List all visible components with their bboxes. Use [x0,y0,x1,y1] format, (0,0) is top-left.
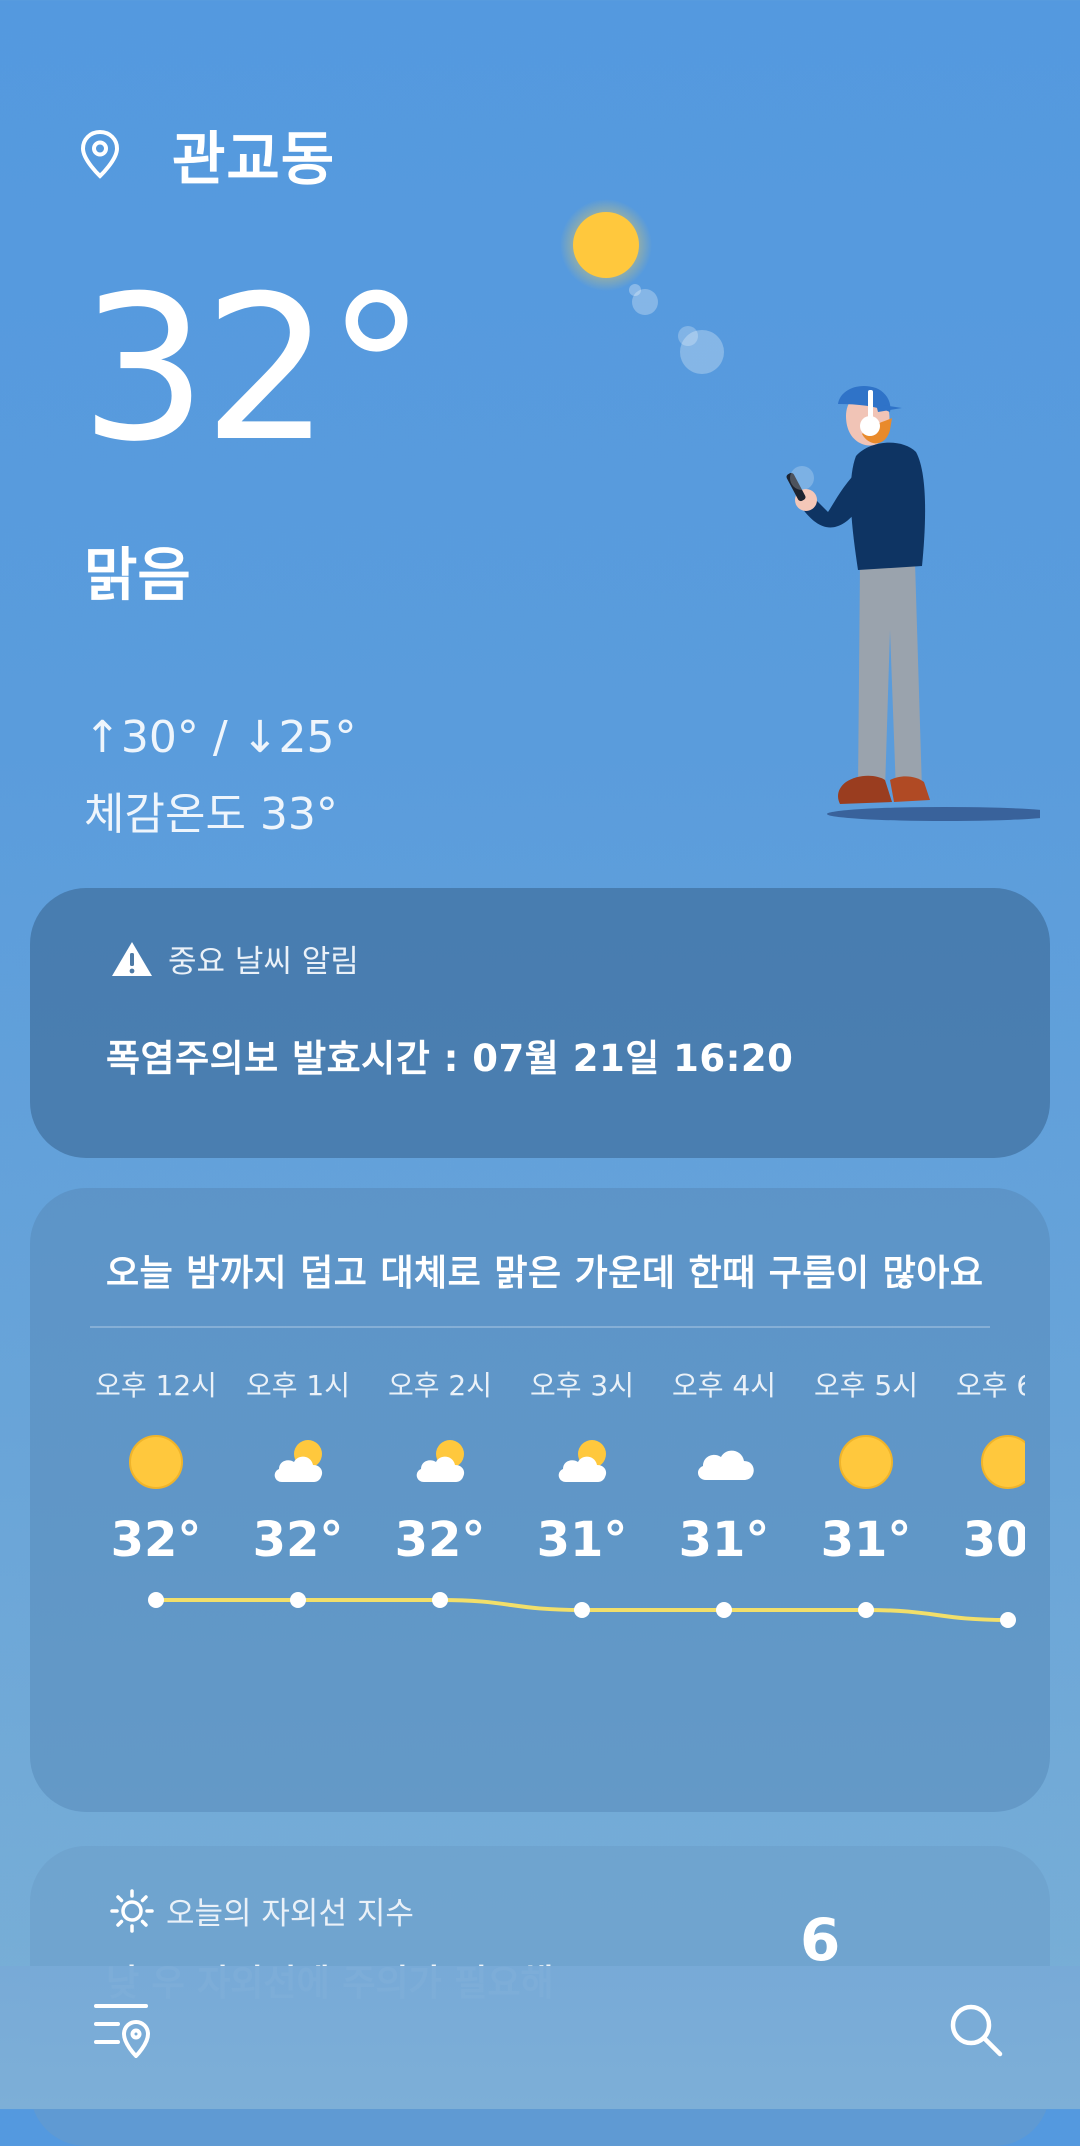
hour-temperature: 30° [962,1512,1025,1568]
temperature-point [1000,1612,1016,1628]
uv-index-value: 6 [800,1906,841,1974]
search-icon[interactable] [948,2002,1004,2058]
partly-cloudy-icon [552,1432,612,1492]
uv-heading-text: 오늘의 자외선 지수 [166,1896,414,1932]
forecast-summary: 오늘 밤까지 덥고 대체로 맑은 가운데 한때 구름이 많아요 [106,1253,984,1294]
hour-label: 오후 3시 [530,1369,634,1402]
hourly-forecast-scroller[interactable]: 오후 12시32°10%오후 1시32°30%오후 2시32°30%오후 3시3… [70,1364,1025,1804]
temperature-point [148,1592,164,1608]
uv-heading: 오늘의 자외선 지수 [110,1888,414,1933]
weather-alert-card[interactable]: 중요 날씨 알림 폭염주의보 발효시간 : 07월 21일 16:20 [30,888,1050,1158]
high-low-temperature: ↑30° / ↓25° [84,712,357,763]
hourly-item: 오후 3시31°30% [512,1364,652,1568]
hourly-item: 오후 4시31°40% [654,1364,794,1568]
alert-heading: 중요 날씨 알림 [110,936,359,981]
hour-label: 오후 2시 [388,1369,492,1402]
hour-label: 오후 4시 [672,1369,776,1402]
person-illustration [786,385,1040,821]
alert-message: 폭염주의보 발효시간 : 07월 21일 16:20 [106,1037,794,1080]
alert-heading-text: 중요 날씨 알림 [168,944,359,980]
temperature-point [432,1592,448,1608]
location-list-icon[interactable] [92,2000,154,2058]
hour-label: 오후 5시 [814,1369,918,1402]
location-header[interactable]: 관교동 [80,112,335,196]
sun-outline-icon [110,1888,154,1933]
sun-icon [836,1432,896,1492]
temperature-point [716,1602,732,1618]
weather-illustration [560,199,1040,821]
current-condition: 맑음 [84,541,191,609]
hour-label: 오후 6시 [956,1369,1025,1402]
location-pin-icon [80,129,120,179]
temperature-point [290,1592,306,1608]
partly-cloudy-icon [268,1432,328,1492]
warning-icon [112,941,152,976]
location-name: 관교동 [172,125,336,193]
cloud-icon [694,1432,754,1492]
hour-temperature: 32° [252,1512,344,1568]
hour-temperature: 32° [110,1512,202,1568]
current-temperature: 32° [80,253,426,486]
hour-label: 오후 12시 [95,1369,217,1402]
temperature-point [574,1602,590,1618]
hour-temperature: 31° [820,1512,912,1568]
hourly-item: 오후 5시31°0% [796,1364,936,1568]
partly-cloudy-icon [410,1432,470,1492]
hour-temperature: 31° [536,1512,628,1568]
hourly-item: 오후 6시30°0% [938,1364,1025,1568]
hour-label: 오후 1시 [246,1369,350,1402]
sun-illustration-icon [560,199,652,291]
bottom-bar [0,1966,1080,2109]
hour-temperature: 31° [678,1512,770,1568]
hour-temperature: 32° [394,1512,486,1568]
divider [90,1326,990,1328]
hourly-item: 오후 2시32°30% [370,1364,510,1568]
sun-icon [126,1432,186,1492]
hourly-forecast-card: 오늘 밤까지 덥고 대체로 맑은 가운데 한때 구름이 많아요 오후 12시 32… [30,1188,1050,1812]
sun-icon [978,1432,1025,1492]
hourly-item: 오후 12시32°10% [86,1364,226,1568]
hourly-item: 오후 1시32°30% [228,1364,368,1568]
temperature-line [148,1592,1016,1628]
temperature-point [858,1602,874,1618]
feels-like-temperature: 체감온도 33° [84,789,338,840]
